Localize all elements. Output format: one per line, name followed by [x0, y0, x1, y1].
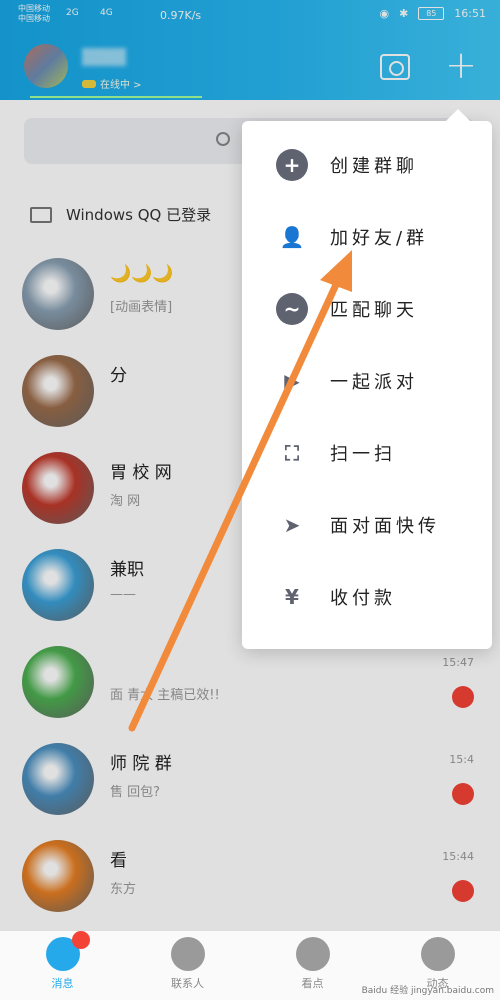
- chat-row[interactable]: 面 青大 主稿已效!! 15:47: [0, 638, 500, 738]
- tab-watch[interactable]: 看点: [250, 931, 375, 1000]
- feed-icon: [420, 937, 455, 971]
- tab-contacts[interactable]: 联系人: [125, 931, 250, 1000]
- status-right: ◉ ✱ 85 16:51: [379, 7, 486, 20]
- online-status[interactable]: 在线中 >: [82, 76, 142, 91]
- eye-icon: ◉: [379, 7, 390, 20]
- menu-label: 一起派对: [330, 372, 418, 393]
- status-bar: 中国移动 中国移动 2G 4G 0.97K/s ◉ ✱ 85 16:51: [0, 0, 500, 32]
- battery-icon: 85: [418, 7, 445, 20]
- eye-tab-icon: [295, 937, 330, 971]
- unread-badge: [72, 931, 90, 949]
- chat-avatar: [22, 258, 94, 330]
- status-icon: [82, 79, 96, 88]
- pc-login-text: Windows QQ 已登录: [66, 206, 212, 224]
- chat-preview: ——: [110, 587, 136, 602]
- party-icon: ▶: [284, 369, 300, 393]
- chat-avatar: [22, 452, 94, 524]
- menu-label: 加好友/群: [330, 228, 429, 249]
- chat-title: 分: [110, 366, 127, 386]
- network-2g: 2G: [66, 8, 79, 18]
- chat-preview: 淘 网: [110, 494, 141, 509]
- chat-title: 看: [110, 851, 127, 871]
- carrier-1: 中国移动: [18, 4, 50, 13]
- chat-time: 15:4: [449, 753, 474, 766]
- menu-add-friend[interactable]: 👤 加好友/群: [242, 201, 492, 273]
- scan-icon: ⛶: [285, 441, 299, 465]
- chat-avatar: [22, 549, 94, 621]
- chat-avatar: [22, 646, 94, 718]
- chat-preview: 东方: [110, 882, 137, 897]
- computer-icon: [30, 206, 52, 223]
- match-chat-icon: ~: [276, 293, 308, 325]
- unread-badge: [452, 686, 474, 708]
- chat-title: 师 院 群: [110, 754, 172, 774]
- carrier-labels: 中国移动 中国移动: [18, 4, 50, 24]
- plus-icon[interactable]: +: [444, 46, 478, 84]
- menu-party[interactable]: ▶ 一起派对: [242, 345, 492, 417]
- pc-login-row[interactable]: Windows QQ 已登录: [30, 204, 211, 225]
- camera-icon[interactable]: [380, 54, 410, 80]
- contacts-icon: [170, 937, 205, 971]
- menu-scan[interactable]: ⛶ 扫一扫: [242, 417, 492, 489]
- tab-label: 消息: [51, 977, 74, 990]
- chat-preview: 面 青大 主稿已效!!: [110, 688, 220, 703]
- chat-preview: [动画表情]: [110, 300, 173, 315]
- my-nickname: [82, 48, 126, 66]
- watermark: Baidu 经验 jingyan.baidu.com: [361, 986, 494, 996]
- unread-badge: [452, 783, 474, 805]
- menu-label: 面对面快传: [330, 516, 440, 537]
- status-underline: [30, 96, 202, 98]
- clock: 16:51: [454, 7, 486, 20]
- add-friend-icon: 👤: [279, 225, 305, 249]
- plus-chat-icon: +: [276, 149, 308, 181]
- chat-row[interactable]: 看东方 15:44: [0, 832, 500, 932]
- chat-title: 兼职: [110, 560, 144, 580]
- menu-payment[interactable]: ¥ 收付款: [242, 561, 492, 633]
- tab-messages[interactable]: 消息: [0, 931, 125, 1000]
- chat-title: 胃 校 网: [110, 463, 172, 483]
- bluetooth-icon: ✱: [399, 7, 409, 20]
- chat-avatar: [22, 840, 94, 912]
- carrier-2: 中国移动: [18, 14, 50, 23]
- my-avatar[interactable]: [24, 44, 68, 88]
- chat-title: 🌙🌙🌙: [110, 264, 174, 284]
- menu-label: 匹配聊天: [330, 300, 418, 321]
- menu-label: 扫一扫: [330, 444, 396, 465]
- unread-badge: [452, 880, 474, 902]
- menu-face-transfer[interactable]: ➤ 面对面快传: [242, 489, 492, 561]
- menu-create-group[interactable]: + 创建群聊: [242, 129, 492, 201]
- chat-row[interactable]: 师 院 群售 回包? 15:4: [0, 735, 500, 835]
- chat-avatar: [22, 355, 94, 427]
- plus-dropdown-menu: + 创建群聊 👤 加好友/群 ~ 匹配聊天 ▶ 一起派对 ⛶ 扫一扫 ➤ 面对面…: [242, 109, 492, 649]
- online-status-text: 在线中 >: [100, 80, 142, 91]
- network-speed: 0.97K/s: [160, 9, 202, 22]
- network-4g: 4G: [100, 8, 113, 18]
- chat-time: 15:47: [442, 656, 474, 669]
- menu-label: 收付款: [330, 588, 396, 609]
- tab-label: 联系人: [171, 977, 204, 990]
- menu-label: 创建群聊: [330, 156, 418, 177]
- send-icon: ➤: [283, 513, 301, 537]
- search-icon: [216, 132, 230, 146]
- header: 中国移动 中国移动 2G 4G 0.97K/s ◉ ✱ 85 16:51 在线中…: [0, 0, 500, 100]
- menu-match-chat[interactable]: ~ 匹配聊天: [242, 273, 492, 345]
- tab-label: 看点: [301, 977, 324, 990]
- chat-avatar: [22, 743, 94, 815]
- chat-preview: 售 回包?: [110, 785, 161, 800]
- chat-time: 15:44: [442, 850, 474, 863]
- payment-icon: ¥: [285, 585, 299, 609]
